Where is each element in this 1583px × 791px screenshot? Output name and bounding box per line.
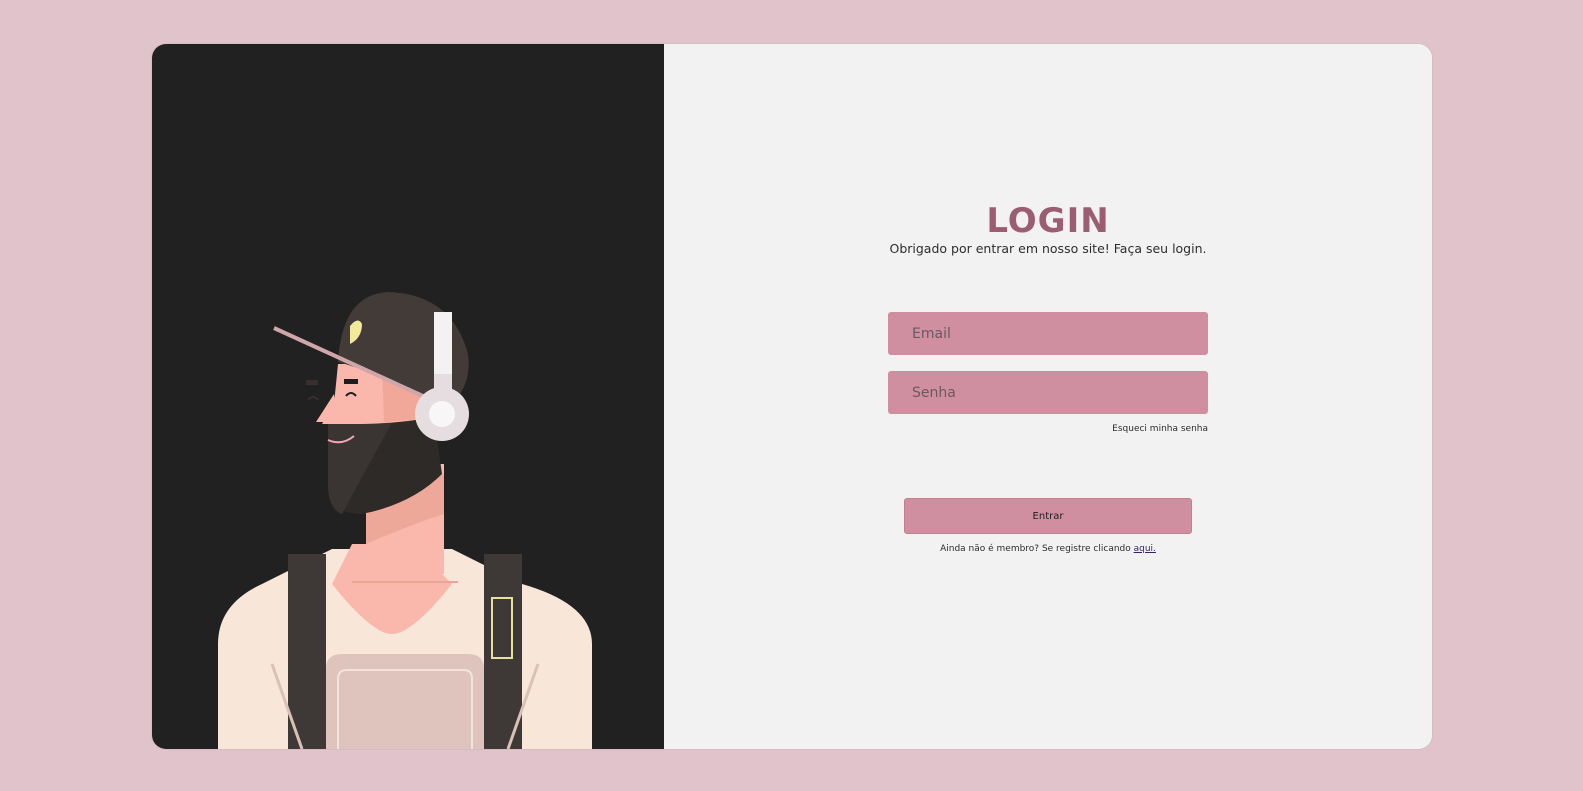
- password-field[interactable]: [888, 371, 1208, 414]
- page-subtitle: Obrigado por entrar em nosso site! Faça …: [889, 241, 1207, 256]
- login-card: LOGIN Obrigado por entrar em nosso site!…: [152, 44, 1432, 749]
- register-prompt: Ainda não é membro? Se registre clicando…: [664, 544, 1432, 554]
- register-link[interactable]: aqui.: [1134, 544, 1156, 554]
- man-with-headphones-illustration: [218, 292, 592, 749]
- forgot-password-link[interactable]: Esqueci minha senha: [888, 424, 1208, 434]
- page-title: LOGIN: [986, 201, 1110, 241]
- illustration-panel: [152, 44, 664, 749]
- register-prompt-text: Ainda não é membro? Se registre clicando: [940, 544, 1134, 554]
- login-form-panel: LOGIN Obrigado por entrar em nosso site!…: [664, 44, 1432, 749]
- submit-button[interactable]: Entrar: [904, 498, 1192, 534]
- email-field[interactable]: [888, 312, 1208, 355]
